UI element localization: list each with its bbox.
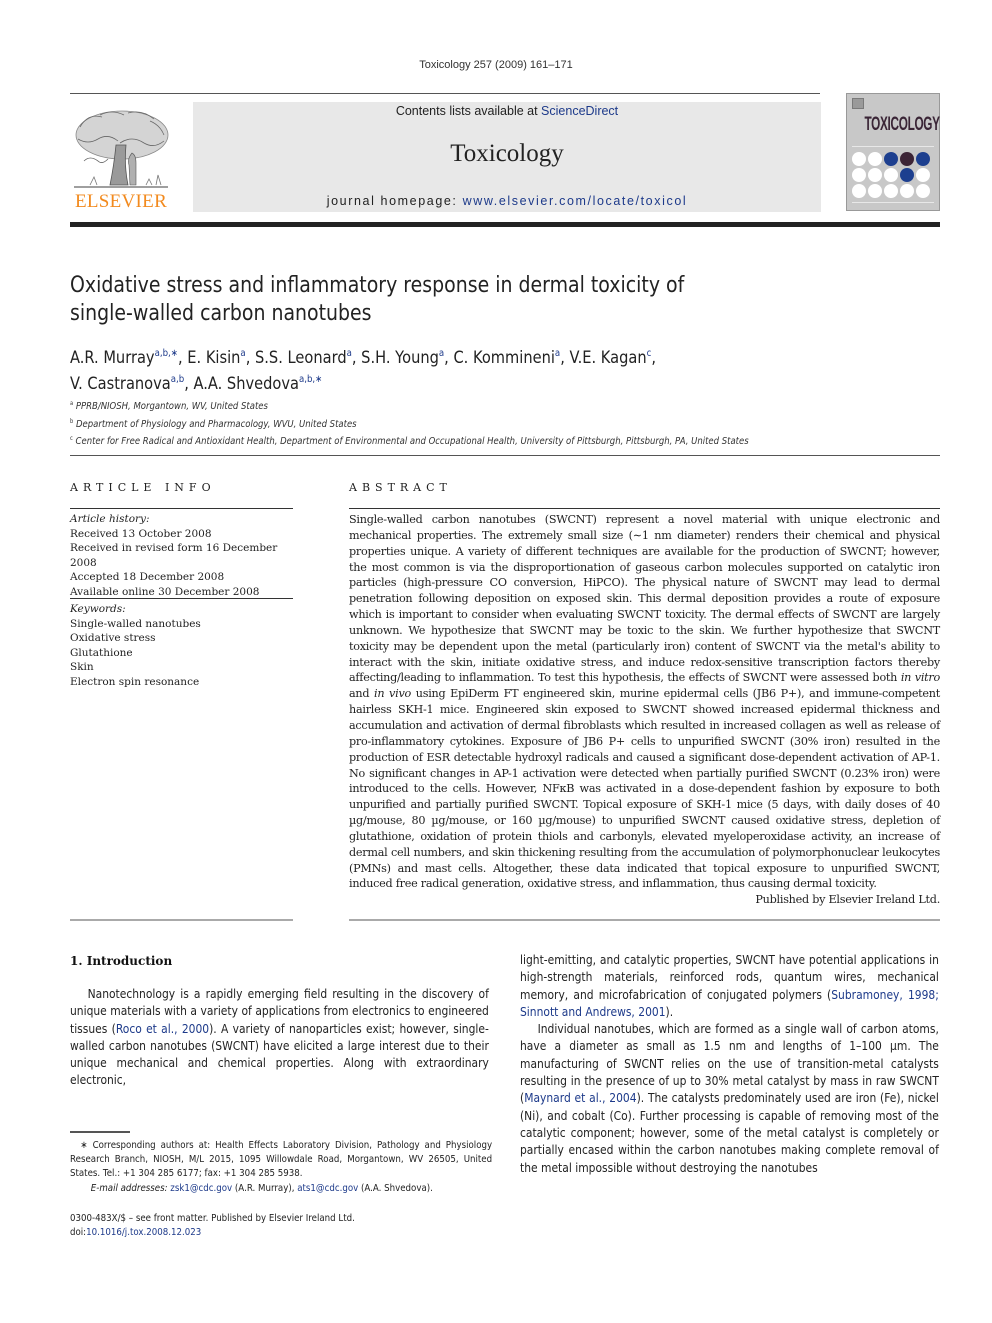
author[interactable]: C. Komminenia,	[453, 348, 569, 368]
cover-dot	[852, 184, 866, 198]
cover-rule	[852, 202, 934, 203]
abstract-heading: ABSTRACT	[349, 481, 452, 494]
journal-homepage: journal homepage: www.elsevier.com/locat…	[193, 194, 821, 208]
section-divider	[70, 455, 940, 456]
corresponding-author-footnote: ∗ Corresponding authors at: Health Effec…	[70, 1139, 492, 1196]
published-by: Published by Elsevier Ireland Ltd.	[755, 893, 940, 907]
cover-dot-grid	[852, 152, 930, 198]
article-info-rule	[70, 508, 293, 509]
cover-publisher-icon	[852, 98, 864, 109]
intro-right-column: light-emitting, and catalytic properties…	[520, 952, 939, 1177]
contents-prefix: Contents lists available at	[395, 104, 542, 118]
history-item: Available online 30 December 2008	[70, 585, 260, 598]
email-addresses: E-mail addresses: zsk1@cdc.gov (A.R. Mur…	[90, 1182, 433, 1194]
history-item: Accepted 18 December 2008	[70, 571, 225, 583]
cover-dot	[884, 168, 898, 182]
doi-link[interactable]: 10.1016/j.tox.2008.12.023	[86, 1227, 201, 1238]
paragraph: Individual nanotubes, which are formed a…	[520, 1022, 939, 1175]
author[interactable]: S.S. Leonarda,	[255, 348, 361, 368]
keyword: Glutathione	[70, 646, 133, 659]
abstract-bottom-rule	[349, 919, 940, 921]
author[interactable]: A.A. Shvedovaa,b,∗	[193, 374, 322, 394]
running-head: Toxicology 257 (2009) 161–171	[419, 59, 573, 71]
keywords-rule	[70, 598, 293, 599]
author[interactable]: S.H. Younga,	[361, 348, 453, 368]
corresponding-note: ∗ Corresponding authors at: Health Effec…	[70, 1140, 493, 1180]
introduction-heading: 1. Introduction	[70, 954, 173, 968]
cover-dot	[916, 184, 930, 198]
cover-dot	[884, 152, 898, 166]
cover-dot	[868, 152, 882, 166]
email-link[interactable]: ats1@cdc.gov	[297, 1183, 358, 1194]
history-item: Received 13 October 2008	[70, 527, 212, 540]
cover-dot	[916, 152, 930, 166]
issn-line: 0300-483X/$ – see front matter. Publishe…	[70, 1213, 355, 1224]
affiliation: c Center for Free Radical and Antioxidan…	[70, 435, 749, 447]
intro-left-column: Nanotechnology is a rapidly emerging fie…	[70, 987, 489, 1088]
journal-title: Toxicology	[450, 140, 564, 167]
sciencedirect-link[interactable]: ScienceDirect	[541, 104, 618, 118]
article-info-bottom-rule	[70, 919, 293, 921]
article-title-line: Oxidative stress and inflammatory respon…	[70, 273, 685, 298]
header-thick-rule	[70, 222, 940, 227]
footnote-rule	[70, 1131, 130, 1133]
article-info-heading: ARTICLE INFO	[70, 481, 216, 494]
affiliation: a PPRB/NIOSH, Morgantown, WV, United Sta…	[70, 400, 268, 412]
article-history-label: Article history:	[70, 513, 150, 525]
contents-availability: Contents lists available at ScienceDirec…	[193, 104, 821, 118]
cover-dot	[916, 168, 930, 182]
abstract-italic: in vitro	[900, 671, 940, 685]
cover-dot	[852, 168, 866, 182]
cover-dot	[868, 184, 882, 198]
keywords: Keywords: Single-walled nanotubes Oxidat…	[70, 602, 300, 689]
article-title: Oxidative stress and inflammatory respon…	[70, 272, 887, 328]
journal-homepage-link[interactable]: www.elsevier.com/locate/toxicol	[463, 194, 688, 208]
abstract-text: Single-walled carbon nanotubes (SWCNT) r…	[349, 513, 941, 907]
paragraph: light-emitting, and catalytic properties…	[520, 953, 939, 1019]
elsevier-wordmark: ELSEVIER	[74, 191, 168, 212]
author[interactable]: V.E. Kaganc,	[569, 348, 655, 368]
affiliation: b Department of Physiology and Pharmacol…	[70, 417, 357, 430]
author[interactable]: V. Castranovaa,b,	[70, 374, 193, 394]
abstract-italic: in vivo	[374, 687, 412, 701]
keywords-label: Keywords:	[70, 603, 126, 615]
citation-link[interactable]: Maynard et al., 2004	[524, 1091, 636, 1105]
keyword: Single-walled nanotubes	[70, 617, 201, 630]
affiliations: a PPRB/NIOSH, Morgantown, WV, United Sta…	[70, 397, 920, 450]
front-matter: 0300-483X/$ – see front matter. Publishe…	[70, 1212, 492, 1240]
cover-rule	[852, 146, 934, 147]
author[interactable]: A.R. Murraya,b,∗,	[70, 348, 187, 368]
cover-title: TOXICOLOGY	[864, 114, 940, 135]
journal-masthead: Contents lists available at ScienceDirec…	[193, 102, 821, 212]
cover-dot	[900, 168, 914, 182]
citation-link[interactable]: Roco et al., 2000	[116, 1022, 209, 1036]
article-title-line: single-walled carbon nanotubes	[70, 301, 372, 326]
cover-dot	[868, 168, 882, 182]
history-item: Received in revised form 16 December 200…	[70, 542, 278, 569]
author-list: A.R. Murraya,b,∗, E. Kisina, S.S. Leonar…	[70, 343, 930, 395]
author[interactable]: E. Kisina,	[187, 348, 255, 368]
abstract-body: using EpiDerm FT engineered skin, murine…	[349, 687, 941, 891]
abstract-body: Single-walled carbon nanotubes (SWCNT) r…	[349, 513, 940, 685]
doi-line: doi:10.1016/j.tox.2008.12.023	[70, 1227, 202, 1239]
keyword: Oxidative stress	[70, 632, 156, 644]
cover-dot	[900, 184, 914, 198]
cover-dot	[884, 184, 898, 198]
article-history: Article history: Received 13 October 200…	[70, 512, 300, 599]
journal-cover: TOXICOLOGY	[846, 93, 940, 211]
top-rule	[70, 93, 820, 94]
cover-dot	[852, 152, 866, 166]
keyword: Skin	[70, 661, 94, 673]
tree-icon	[74, 110, 169, 188]
abstract-rule	[349, 508, 940, 509]
elsevier-logo: ELSEVIER	[70, 105, 172, 213]
keyword: Electron spin resonance	[70, 675, 200, 688]
email-link[interactable]: zsk1@cdc.gov	[170, 1183, 232, 1194]
homepage-prefix: journal homepage:	[326, 194, 463, 208]
cover-dot	[900, 152, 914, 166]
